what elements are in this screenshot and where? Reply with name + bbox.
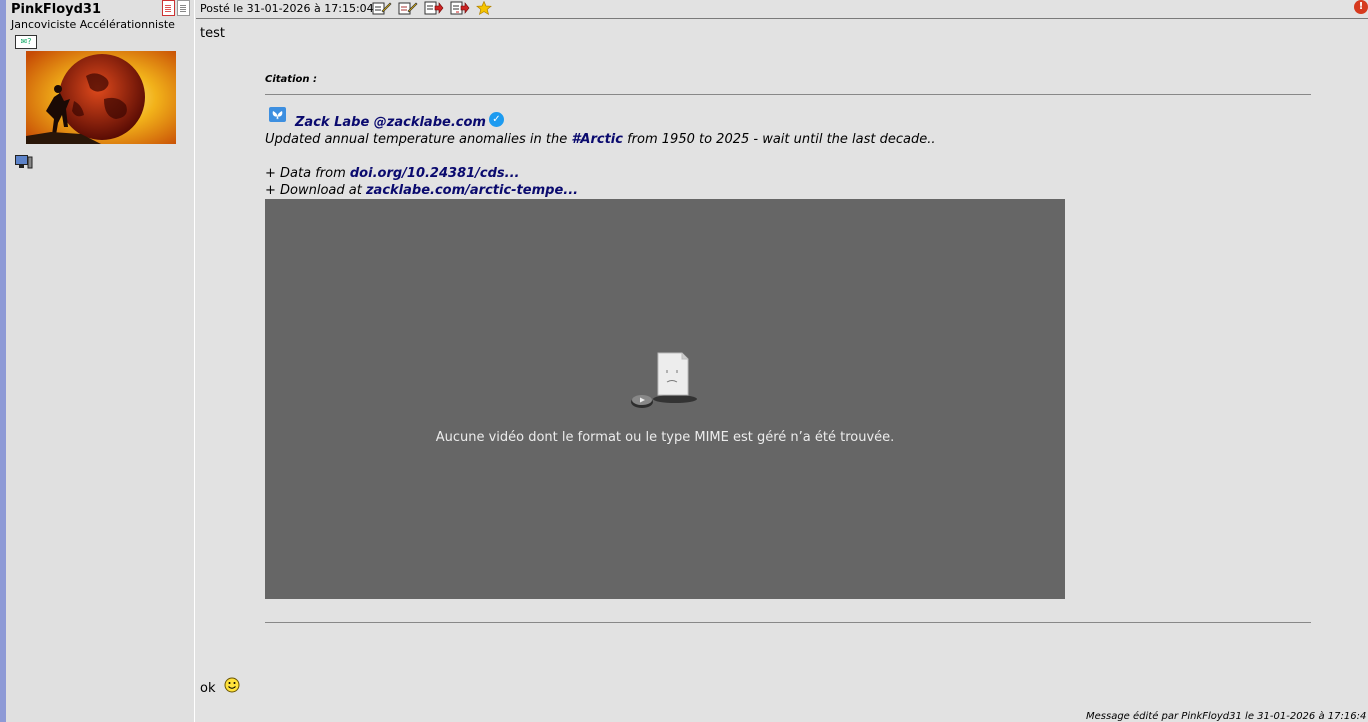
username[interactable]: PinkFloyd31	[11, 2, 101, 17]
star-icon[interactable]	[476, 0, 496, 16]
quote-divider-top	[265, 94, 1311, 95]
bluesky-icon	[269, 107, 286, 122]
quote-text: from 1950 to 2025 - wait until the last …	[622, 132, 936, 147]
data-source-label: + Data from	[265, 166, 350, 181]
data-source-line: + Data from doi.org/10.24381/cds...	[265, 166, 519, 181]
download-label: + Download at	[265, 183, 366, 198]
quote-divider-bottom	[265, 622, 1311, 623]
computer-icon	[15, 154, 33, 169]
edit-quote-icon[interactable]	[398, 0, 418, 15]
verified-icon: ✓	[489, 112, 504, 127]
smiley-icon	[224, 677, 240, 693]
download-line: + Download at zacklabe.com/arctic-tempe.…	[265, 183, 578, 198]
post-header: Posté le 31-01-2026 à 17:15:04 !	[196, 0, 1368, 19]
video-error-message: Aucune vidéo dont le format ou le type M…	[435, 430, 895, 445]
document-icon[interactable]	[177, 0, 190, 16]
multi-quote-icon[interactable]	[450, 0, 470, 15]
doi-link[interactable]: doi.org/10.24381/cds...	[350, 166, 520, 181]
profile-panel: PinkFloyd31 Jancoviciste Accélérationnis…	[6, 0, 195, 722]
pdf-icon[interactable]	[162, 0, 175, 16]
alert-icon[interactable]: !	[1354, 0, 1368, 14]
quote-label: Citation :	[265, 74, 317, 85]
quote-icon[interactable]	[424, 0, 444, 15]
hashtag-link[interactable]: #Arctic	[571, 132, 623, 147]
quote-text-line: Updated annual temperature anomalies in …	[265, 132, 936, 147]
quote-text: Updated annual temperature anomalies in …	[265, 132, 572, 147]
download-link[interactable]: zacklabe.com/arctic-tempe...	[366, 183, 578, 198]
user-title: Jancoviciste Accélérationniste	[11, 18, 175, 31]
post-date: Posté le 31-01-2026 à 17:15:04	[200, 2, 374, 15]
profile-icons	[162, 0, 190, 16]
avatar	[26, 51, 176, 144]
video-player[interactable]: Aucune vidéo dont le format ou le type M…	[265, 199, 1065, 599]
edit-icon[interactable]	[372, 0, 392, 15]
message-text: test	[200, 26, 225, 41]
contact-icon[interactable]: ✉?	[15, 35, 37, 49]
broken-video-icon	[630, 351, 700, 411]
edited-note: Message édité par PinkFloyd31 le 31-01-2…	[1086, 711, 1367, 722]
quote-author[interactable]: Zack Labe @zacklabe.com	[295, 115, 486, 130]
post-tools	[372, 0, 496, 16]
message-footer-text: ok	[200, 681, 216, 696]
